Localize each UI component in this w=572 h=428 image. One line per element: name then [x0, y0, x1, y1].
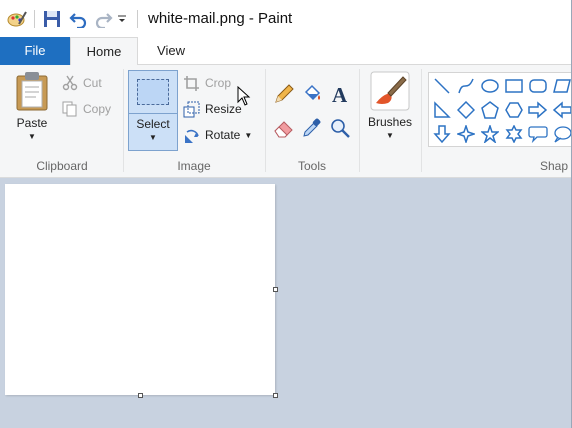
tab-view[interactable]: View	[138, 37, 204, 65]
image-group-label: Image	[177, 159, 211, 173]
cut-label: Cut	[83, 76, 102, 90]
rotate-icon	[185, 129, 199, 143]
resize-handle-bottom[interactable]	[138, 393, 143, 398]
four-point-star-shape-icon[interactable]	[455, 123, 477, 145]
select-label: Select	[136, 117, 170, 131]
eraser-icon[interactable]	[272, 116, 296, 140]
tab-file[interactable]: File	[0, 37, 70, 65]
crop-icon	[184, 75, 199, 91]
fill-bucket-icon[interactable]	[300, 82, 324, 106]
mouse-cursor-icon	[237, 85, 251, 109]
resize-handle-right[interactable]	[273, 287, 278, 292]
svg-text:A: A	[332, 83, 348, 105]
customize-dropdown-icon[interactable]	[115, 8, 129, 30]
save-icon[interactable]	[41, 8, 63, 30]
hexagon-shape-icon[interactable]	[503, 99, 525, 121]
chevron-down-icon: ▼	[244, 130, 253, 140]
pencil-icon[interactable]	[272, 82, 296, 106]
paste-label: Paste	[16, 116, 48, 130]
paint-app-icon[interactable]	[6, 8, 28, 30]
magnifier-icon[interactable]	[328, 116, 352, 140]
resize-button[interactable]: Resize	[183, 98, 242, 120]
rectangle-shape-icon[interactable]	[503, 75, 525, 97]
brushes-button[interactable]: Brushes ▼	[364, 71, 416, 141]
triangle-shape-icon[interactable]	[431, 99, 453, 121]
undo-icon[interactable]	[67, 8, 89, 30]
brush-icon	[370, 71, 410, 111]
chevron-down-icon: ▼	[386, 131, 394, 140]
divider	[123, 69, 124, 172]
copy-label: Copy	[83, 102, 112, 116]
left-arrow-shape-icon[interactable]	[551, 99, 572, 121]
canvas-workspace[interactable]	[0, 178, 572, 428]
window-title: white-mail.png - Paint	[148, 10, 293, 27]
tools-group-label: Tools	[297, 159, 326, 173]
divider	[265, 69, 266, 172]
oval-shape-icon[interactable]	[479, 75, 501, 97]
divider	[421, 69, 422, 172]
scissors-icon	[62, 75, 78, 91]
chevron-down-icon: ▼	[149, 133, 157, 142]
oval-callout-shape-icon[interactable]	[551, 123, 572, 145]
rotate-label: Rotate	[205, 128, 241, 142]
ribbon-home: Paste ▼ Cut Copy Clipboard Select ▼ Crop…	[0, 65, 572, 178]
text-tool-icon[interactable]: A	[328, 82, 352, 106]
down-arrow-shape-icon[interactable]	[431, 123, 453, 145]
tab-home[interactable]: Home	[70, 37, 138, 66]
shapes-group-label: Shap	[540, 159, 569, 173]
select-button[interactable]: Select ▼	[128, 70, 178, 151]
paste-icon	[16, 72, 48, 111]
diamond-shape-icon[interactable]	[455, 99, 477, 121]
rounded-callout-shape-icon[interactable]	[527, 123, 549, 145]
rotate-button[interactable]: Rotate ▼	[183, 124, 252, 146]
pentagon-shape-icon[interactable]	[479, 99, 501, 121]
clipboard-group-label: Clipboard	[36, 159, 88, 173]
crop-label: Crop	[205, 76, 232, 90]
color-picker-icon[interactable]	[300, 116, 324, 140]
drawing-canvas[interactable]	[5, 184, 275, 395]
copy-icon	[62, 101, 77, 117]
line-shape-icon[interactable]	[431, 75, 453, 97]
divider	[34, 9, 35, 28]
resize-icon	[183, 101, 200, 117]
select-marquee-icon	[137, 79, 169, 105]
divider	[137, 9, 138, 28]
curve-shape-icon[interactable]	[455, 75, 477, 97]
brushes-label: Brushes	[367, 115, 413, 129]
paste-button[interactable]: Paste ▼	[8, 71, 56, 142]
redo-icon[interactable]	[93, 8, 115, 30]
resize-handle-corner[interactable]	[273, 393, 278, 398]
crop-button[interactable]: Crop	[183, 72, 231, 94]
right-arrow-shape-icon[interactable]	[527, 99, 549, 121]
polygon-shape-icon[interactable]	[551, 75, 572, 97]
chevron-down-icon: ▼	[28, 132, 36, 141]
five-point-star-shape-icon[interactable]	[479, 123, 501, 145]
cut-button[interactable]: Cut	[62, 72, 102, 94]
copy-button[interactable]: Copy	[62, 98, 111, 120]
rounded-rectangle-shape-icon[interactable]	[527, 75, 549, 97]
divider	[359, 69, 360, 172]
shapes-gallery	[428, 72, 572, 147]
title-bar: white-mail.png - Paint	[0, 0, 572, 37]
ribbon-tabs: File Home View	[0, 37, 572, 66]
six-point-star-shape-icon[interactable]	[503, 123, 525, 145]
